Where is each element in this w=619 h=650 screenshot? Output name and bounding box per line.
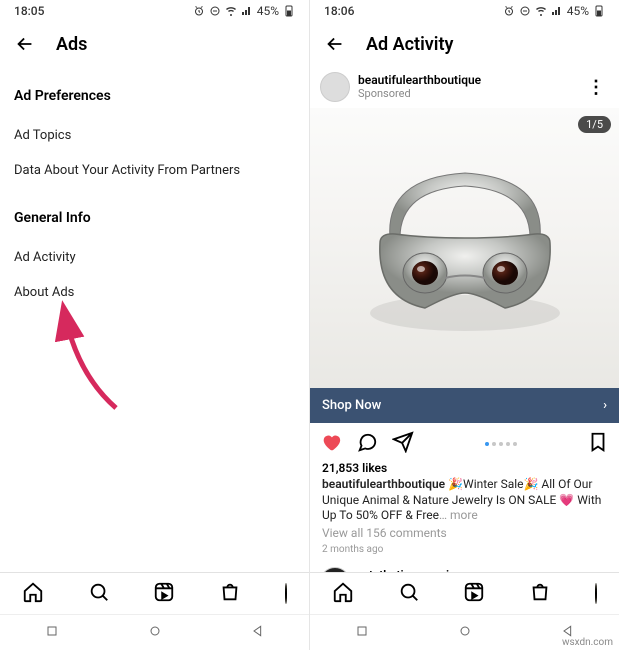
arrow-left-icon [324, 33, 346, 55]
signal-icon [241, 5, 253, 17]
status-time: 18:05 [14, 4, 44, 18]
carousel-counter: 1/5 [578, 116, 611, 133]
nav-back[interactable] [250, 623, 266, 643]
content-left: Ad Preferences Ad Topics Data About Your… [0, 66, 309, 572]
phone-left: 18:05 45% Ads Ad Preferences Ad Topics D… [0, 0, 309, 650]
header: Ad Activity [310, 22, 619, 66]
avatar-icon [285, 583, 287, 604]
battery-pct: 45% [567, 4, 589, 18]
arrow-left-icon [14, 33, 36, 55]
tab-profile[interactable] [285, 584, 287, 603]
status-bar: 18:05 45% [0, 0, 309, 22]
wifi-icon [535, 5, 547, 17]
chevron-right-icon: › [603, 398, 607, 413]
nav-home[interactable] [457, 623, 473, 643]
product-ring-image [335, 138, 595, 358]
annotation-arrow [46, 298, 146, 418]
dnd-icon [209, 5, 221, 17]
app-tabbar [310, 572, 619, 614]
post-username[interactable]: artstheticmagazine [358, 569, 575, 572]
alarm-icon [193, 5, 205, 17]
post-image[interactable]: 1/5 [310, 108, 619, 388]
avatar-icon [595, 583, 597, 604]
menu-about-ads[interactable]: About Ads [0, 275, 309, 310]
system-nav [0, 614, 309, 650]
status-icons: 45% [503, 4, 605, 18]
comment-button[interactable] [356, 431, 378, 457]
post-caption: beautifulearthboutique 🎉Winter Sale🎉 All… [310, 477, 619, 524]
post-username[interactable]: beautifulearthboutique [358, 74, 575, 87]
status-bar: 18:06 45% [310, 0, 619, 22]
tab-home[interactable] [22, 581, 44, 607]
tab-search[interactable] [88, 581, 110, 607]
back-button[interactable] [324, 33, 346, 55]
tab-home[interactable] [332, 581, 354, 607]
tab-profile[interactable] [595, 584, 597, 603]
save-button[interactable] [587, 431, 609, 457]
battery-pct: 45% [257, 4, 279, 18]
tab-shop[interactable] [529, 581, 551, 607]
view-comments[interactable]: View all 156 comments [310, 524, 619, 542]
tab-reels[interactable] [153, 581, 175, 607]
page-title: Ad Activity [366, 34, 453, 55]
menu-ad-topics[interactable]: Ad Topics [0, 118, 309, 153]
share-button[interactable] [392, 431, 414, 457]
post-more-button[interactable]: ⋮ [583, 77, 609, 98]
header: Ads [0, 22, 309, 66]
cta-shop-now[interactable]: Shop Now › [310, 388, 619, 423]
caption-more[interactable]: … more [439, 508, 478, 522]
post-time: 2 months ago [310, 542, 619, 561]
battery-icon [283, 5, 295, 17]
section-general-info: General Info [0, 188, 309, 240]
likes-count[interactable]: 21,853 likes [310, 461, 619, 477]
action-row [310, 423, 619, 461]
watermark: wsxdn.com [562, 637, 613, 648]
alarm-icon [503, 5, 515, 17]
nav-recent[interactable] [44, 623, 60, 643]
avatar[interactable]: AM [320, 567, 350, 572]
tab-shop[interactable] [219, 581, 241, 607]
post-header: beautifulearthboutique Sponsored ⋮ [310, 66, 619, 108]
avatar[interactable] [320, 72, 350, 102]
dnd-icon [519, 5, 531, 17]
post-header-2: AM artstheticmagazine Sponsored ⋮ [310, 561, 619, 572]
caption-username[interactable]: beautifulearthboutique [322, 477, 445, 491]
page-title: Ads [56, 34, 87, 55]
wifi-icon [225, 5, 237, 17]
nav-recent[interactable] [354, 623, 370, 643]
like-button[interactable] [320, 431, 342, 457]
section-ad-preferences: Ad Preferences [0, 66, 309, 118]
cta-label: Shop Now [322, 398, 381, 413]
battery-icon [593, 5, 605, 17]
back-button[interactable] [14, 33, 36, 55]
phone-right: 18:06 45% Ad Activity beautifulearthbout… [309, 0, 619, 650]
app-tabbar [0, 572, 309, 614]
status-time: 18:06 [324, 4, 354, 18]
tab-search[interactable] [398, 581, 420, 607]
nav-home[interactable] [147, 623, 163, 643]
status-icons: 45% [193, 4, 295, 18]
sponsored-label: Sponsored [358, 88, 575, 100]
post-more-button[interactable]: ⋮ [583, 571, 609, 572]
menu-ad-activity[interactable]: Ad Activity [0, 240, 309, 275]
content-right: beautifulearthboutique Sponsored ⋮ 1/5 [310, 66, 619, 572]
carousel-dots [428, 442, 573, 446]
tab-reels[interactable] [463, 581, 485, 607]
menu-data-activity[interactable]: Data About Your Activity From Partners [0, 153, 309, 188]
signal-icon [551, 5, 563, 17]
